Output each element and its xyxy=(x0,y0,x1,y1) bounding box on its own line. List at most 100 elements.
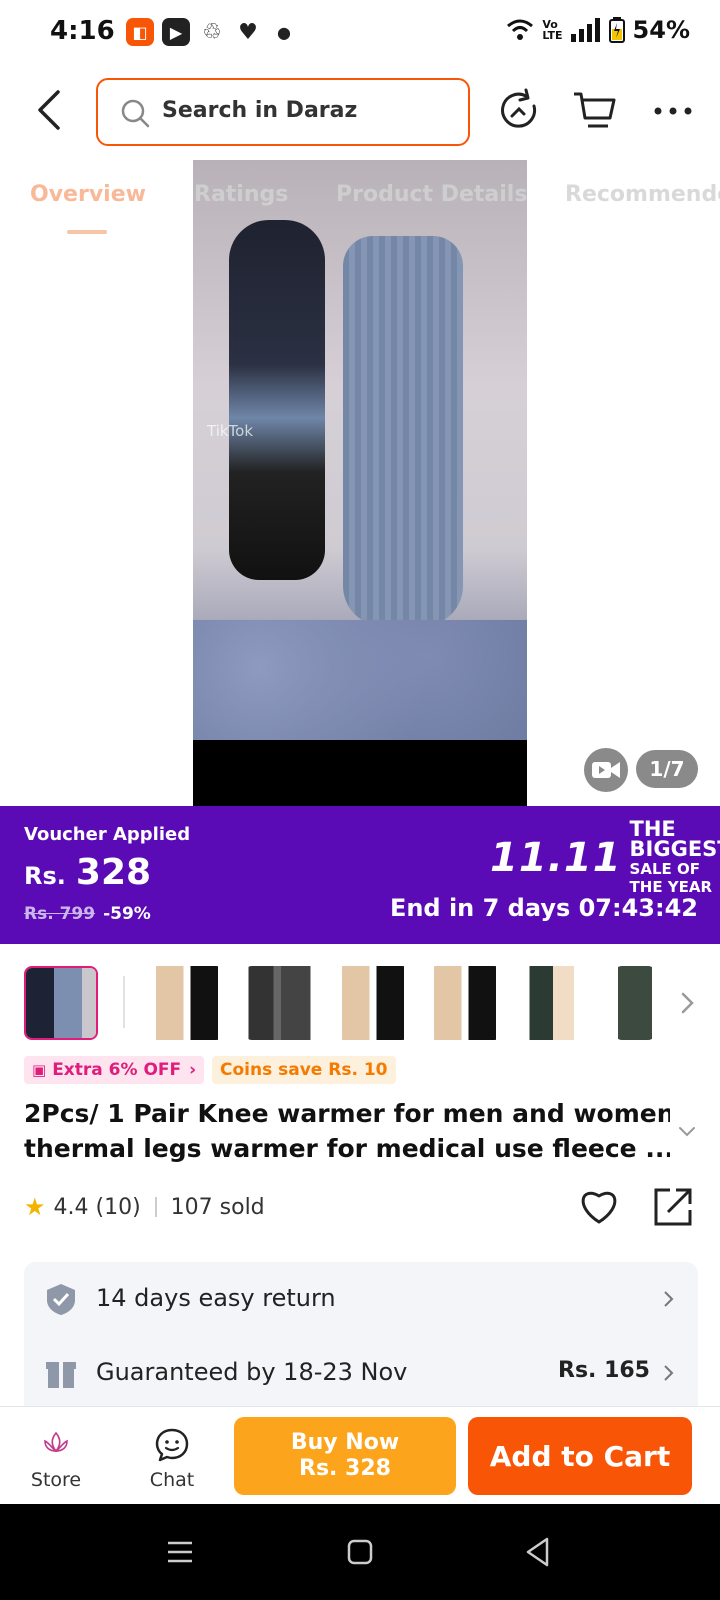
thumbnail-image[interactable] xyxy=(522,966,596,1040)
tab-overview[interactable]: Overview xyxy=(30,182,146,207)
price: Rs. 328 xyxy=(24,852,151,893)
voucher-tag-icon: ▣ xyxy=(32,1061,47,1079)
product-image-leg xyxy=(229,220,325,580)
thumbnail-image[interactable] xyxy=(614,966,656,1040)
heart-icon: ♥ xyxy=(238,19,258,45)
youtube-icon: ▶ xyxy=(162,18,190,46)
search-input[interactable]: Search in Daraz xyxy=(96,78,470,146)
dot-icon: ● xyxy=(277,22,291,42)
price-currency: Rs. xyxy=(24,862,66,890)
discount-percent: -59% xyxy=(103,904,151,924)
tab-active-indicator xyxy=(67,230,107,234)
chevron-right-icon xyxy=(664,1365,674,1381)
sold-count: 107 sold xyxy=(170,1194,265,1220)
status-bar: 4:16 ◧ ▶ ♲ ♥ ● Vo LTE 54% xyxy=(0,0,720,64)
original-price-row: Rs. 799 -59% xyxy=(24,904,151,924)
thumbnail-image[interactable] xyxy=(428,966,502,1040)
voucher-banner: Voucher Applied Rs. 328 Rs. 799 -59% 11.11… xyxy=(0,806,720,944)
tab-recommended[interactable]: Recommended xyxy=(565,182,720,207)
product-title-line-1: 2Pcs/ 1 Pair Knee warmer for men and wom… xyxy=(24,1099,670,1128)
back-icon[interactable] xyxy=(520,1534,556,1570)
notification-icons: ◧ ▶ ♲ ♥ ● xyxy=(126,18,298,46)
rating-divider xyxy=(154,1197,157,1217)
status-time: 4:16 xyxy=(50,16,115,46)
search-icon xyxy=(121,99,150,128)
signal-icon xyxy=(570,18,600,42)
battery-percent: 54% xyxy=(632,16,690,44)
chevron-down-icon[interactable] xyxy=(676,1120,698,1142)
extra-off-label: Extra 6% OFF xyxy=(52,1060,182,1080)
sale-tagline-1: THE BIGGEST xyxy=(629,817,720,861)
status-right: Vo LTE 54% xyxy=(506,16,690,44)
section-tabs: Overview Ratings Product Details Recomme… xyxy=(0,160,720,236)
coins-label: Coins save Rs. 10 xyxy=(220,1060,388,1080)
product-title: 2Pcs/ 1 Pair Knee warmer for men and wom… xyxy=(24,1096,670,1166)
share-icon[interactable] xyxy=(652,1186,694,1228)
thumbnail-image[interactable] xyxy=(150,966,224,1040)
more-options-icon[interactable] xyxy=(650,88,696,134)
rating-row[interactable]: ★ 4.4 (10) 107 sold xyxy=(24,1190,265,1224)
buy-now-price: Rs. 328 xyxy=(299,1456,391,1481)
thumbnail-video[interactable] xyxy=(24,966,98,1040)
chevron-right-icon xyxy=(664,1291,674,1307)
star-icon: ★ xyxy=(24,1193,46,1221)
service-card: 14 days easy return Guaranteed by 18-23 … xyxy=(24,1262,698,1422)
package-icon xyxy=(46,1362,76,1388)
tiktok-watermark: TikTok xyxy=(207,422,254,440)
sale-countdown: End in 7 days 07:43:42 xyxy=(389,894,698,922)
rating-value: 4.4 (10) xyxy=(53,1194,141,1220)
daraz-app-icon: ◧ xyxy=(126,18,154,46)
video-camera-icon[interactable] xyxy=(584,748,628,792)
add-to-cart-button[interactable]: Add to Cart xyxy=(468,1417,692,1495)
product-image-warmer xyxy=(343,236,463,626)
price-value: 328 xyxy=(75,852,152,893)
delivery-fee: Rs. 165 xyxy=(558,1358,650,1383)
search-placeholder: Search in Daraz xyxy=(162,98,358,123)
product-image-fur xyxy=(193,620,527,740)
cart-icon[interactable] xyxy=(572,88,618,134)
sale-logo: 11.11 THE BIGGEST SALE OF THE YEAR xyxy=(490,817,720,897)
home-icon[interactable] xyxy=(342,1534,378,1570)
sale-tagline: THE BIGGEST SALE OF THE YEAR xyxy=(629,817,720,897)
voucher-label: Voucher Applied xyxy=(24,824,191,845)
media-counter: 1/7 xyxy=(636,750,698,788)
volte-icon: Vo LTE xyxy=(542,18,563,42)
return-policy-row[interactable]: 14 days easy return xyxy=(24,1270,698,1330)
return-policy-text: 14 days easy return xyxy=(96,1284,336,1312)
thumbnail-divider xyxy=(123,976,125,1028)
menu-icon[interactable] xyxy=(162,1534,198,1570)
original-price: Rs. 799 xyxy=(24,904,96,924)
buy-now-button[interactable]: Buy Now Rs. 328 xyxy=(234,1417,456,1495)
top-bar: Search in Daraz xyxy=(0,64,720,160)
store-button[interactable]: Store xyxy=(16,1417,96,1497)
wishlist-heart-icon[interactable] xyxy=(578,1186,620,1226)
battery-icon xyxy=(608,17,625,43)
tab-product-details[interactable]: Product Details xyxy=(336,182,527,207)
history-icon[interactable] xyxy=(496,88,542,134)
chat-icon xyxy=(155,1428,189,1462)
product-title-line-2: thermal legs warmer for medical use flee… xyxy=(24,1134,670,1163)
store-label: Store xyxy=(30,1469,82,1491)
system-nav-bar xyxy=(0,1504,720,1600)
coins-badge: Coins save Rs. 10 xyxy=(212,1056,396,1084)
thumbnail-image[interactable] xyxy=(336,966,410,1040)
chat-label: Chat xyxy=(149,1469,195,1491)
back-arrow-icon[interactable] xyxy=(30,86,70,134)
product-video[interactable]: TikTok xyxy=(193,160,527,806)
buy-now-label: Buy Now xyxy=(290,1430,400,1455)
tab-ratings[interactable]: Ratings xyxy=(194,182,288,207)
sale-tagline-2: SALE OF THE YEAR xyxy=(629,860,713,896)
chevron-right-icon[interactable] xyxy=(676,988,698,1018)
video-letterbox xyxy=(193,740,527,806)
chat-button[interactable]: Chat xyxy=(132,1417,212,1497)
bottom-action-bar: Store Chat Buy Now Rs. 328 Add to Cart xyxy=(0,1406,720,1504)
recycle-icon: ♲ xyxy=(202,19,222,45)
sale-number: 11.11 xyxy=(490,835,622,881)
store-logo-icon xyxy=(44,1431,68,1453)
wifi-icon xyxy=(507,19,534,40)
extra-off-badge[interactable]: ▣ Extra 6% OFF › xyxy=(24,1056,205,1084)
delivery-row[interactable]: Guaranteed by 18-23 Nov Rs. 165 xyxy=(24,1344,698,1404)
thumbnail-image[interactable] xyxy=(244,966,318,1040)
delivery-text: Guaranteed by 18-23 Nov xyxy=(96,1358,408,1386)
product-media[interactable]: TikTok Overview Ratings Product Details … xyxy=(0,160,720,806)
